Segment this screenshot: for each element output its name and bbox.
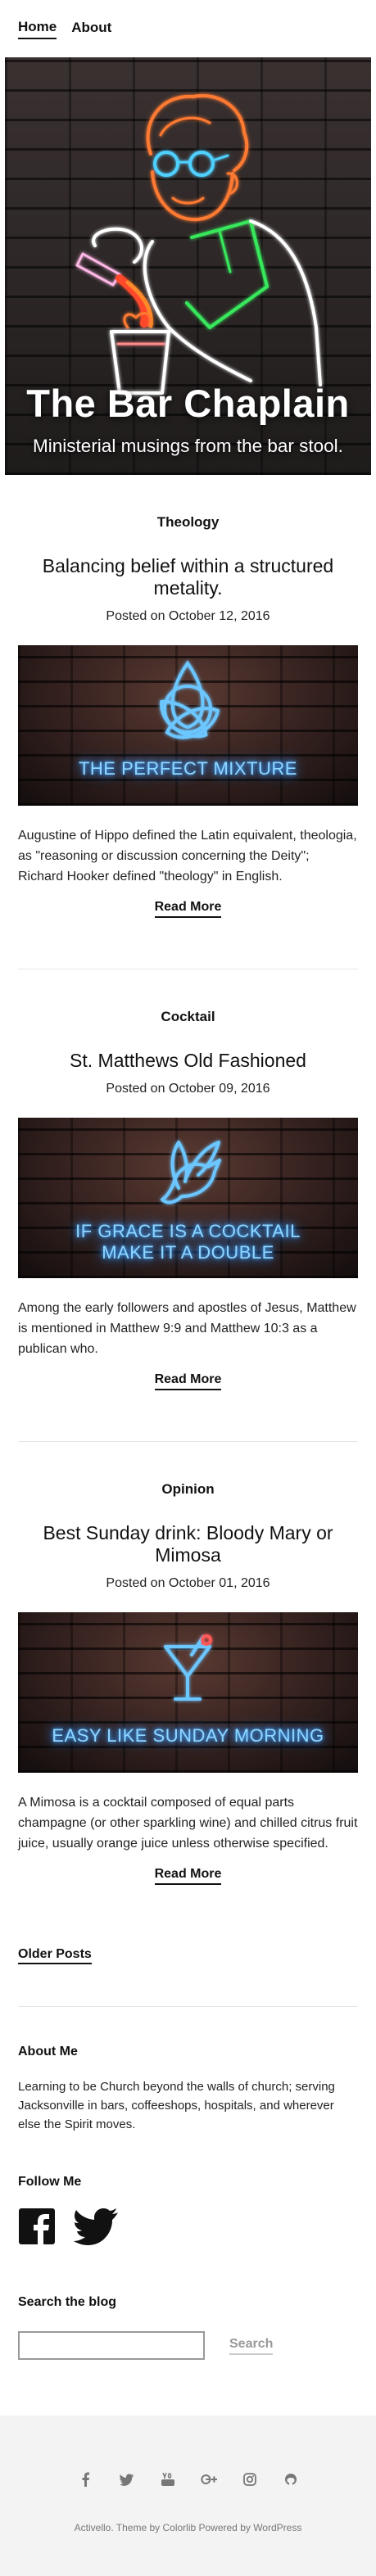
about-widget: About Me Learning to be Church beyond th… (0, 2045, 376, 2134)
youtube-icon[interactable] (160, 2471, 176, 2488)
blog-post: Theology Balancing belief within a struc… (0, 514, 376, 918)
sidebar-divider (18, 2006, 358, 2007)
trinity-knot-icon (160, 660, 220, 739)
pagination: Older Posts (0, 1947, 376, 1964)
footer-credits: Activello. Theme by Colorlib Powered by … (74, 2522, 302, 2533)
post-divider (18, 1441, 358, 1442)
post-date: Posted on October 12, 2016 (106, 609, 270, 623)
hero-banner: The Bar Chaplain Ministerial musings fro… (5, 57, 371, 475)
post-image-caption: EASY LIKE SUNDAY MORNING (52, 1725, 324, 1746)
cocktail-glass-icon (164, 1634, 212, 1701)
facebook-icon[interactable] (78, 2471, 94, 2488)
post-category[interactable]: Theology (18, 514, 358, 531)
post-featured-image[interactable]: IF GRACE IS A COCKTAIL MAKE IT A DOUBLE (18, 1118, 358, 1278)
post-excerpt: A Mimosa is a cocktail composed of equal… (18, 1796, 358, 1851)
follow-icons (18, 2208, 358, 2249)
nav-about-link[interactable]: About (71, 20, 111, 38)
site-title: The Bar Chaplain (26, 382, 350, 425)
post-title[interactable]: Best Sunday drink: Bloody Mary or Mimosa (18, 1522, 358, 1566)
search-form: Search (18, 2331, 358, 2360)
post-featured-image[interactable]: EASY LIKE SUNDAY MORNING (18, 1612, 358, 1773)
post-category[interactable]: Cocktail (18, 1009, 358, 1025)
read-more-link[interactable]: Read More (154, 1867, 222, 1885)
post-title[interactable]: Balancing belief within a structured met… (18, 555, 358, 599)
about-text: Learning to be Church beyond the walls o… (18, 2080, 335, 2131)
search-button[interactable]: Search (229, 2337, 274, 2355)
post-image-caption: IF GRACE IS A COCKTAIL (75, 1221, 301, 1241)
site-tagline: Ministerial musings from the bar stool. (33, 436, 343, 456)
follow-widget: Follow Me (0, 2175, 376, 2249)
follow-heading: Follow Me (18, 2175, 82, 2189)
post-title[interactable]: St. Matthews Old Fashioned (18, 1050, 358, 1072)
google-plus-icon[interactable] (200, 2471, 217, 2488)
post-excerpt: Augustine of Hippo defined the Latin equ… (18, 829, 357, 884)
nav-home-link[interactable]: Home (18, 19, 57, 39)
post-featured-image[interactable]: THE PERFECT MIXTURE (18, 645, 358, 806)
read-more-link[interactable]: Read More (154, 1372, 222, 1390)
blog-post: Cocktail St. Matthews Old Fashioned Post… (0, 1009, 376, 1390)
post-date: Posted on October 09, 2016 (106, 1082, 270, 1096)
older-posts-link[interactable]: Older Posts (18, 1947, 92, 1964)
read-more-link[interactable]: Read More (154, 900, 222, 918)
search-heading: Search the blog (18, 2295, 117, 2309)
blog-post: Opinion Best Sunday drink: Bloody Mary o… (0, 1481, 376, 1885)
post-excerpt: Among the early followers and apostles o… (18, 1301, 356, 1356)
twitter-icon[interactable] (74, 2208, 120, 2249)
facebook-icon[interactable] (18, 2208, 56, 2249)
post-image-caption: MAKE IT A DOUBLE (102, 1242, 274, 1263)
site-footer: Activello. Theme by Colorlib Powered by … (0, 2416, 376, 2576)
search-widget: Search the blog Search (0, 2295, 376, 2360)
instagram-icon[interactable] (242, 2471, 258, 2488)
github-icon[interactable] (283, 2471, 299, 2488)
top-navigation: Home About (0, 0, 376, 57)
about-heading: About Me (18, 2045, 78, 2059)
post-date: Posted on October 01, 2016 (106, 1576, 270, 1590)
search-input[interactable] (18, 2331, 205, 2360)
footer-social-links (0, 2471, 376, 2488)
post-image-caption: THE PERFECT MIXTURE (78, 758, 297, 779)
post-category[interactable]: Opinion (18, 1481, 358, 1498)
twitter-icon[interactable] (119, 2471, 135, 2488)
